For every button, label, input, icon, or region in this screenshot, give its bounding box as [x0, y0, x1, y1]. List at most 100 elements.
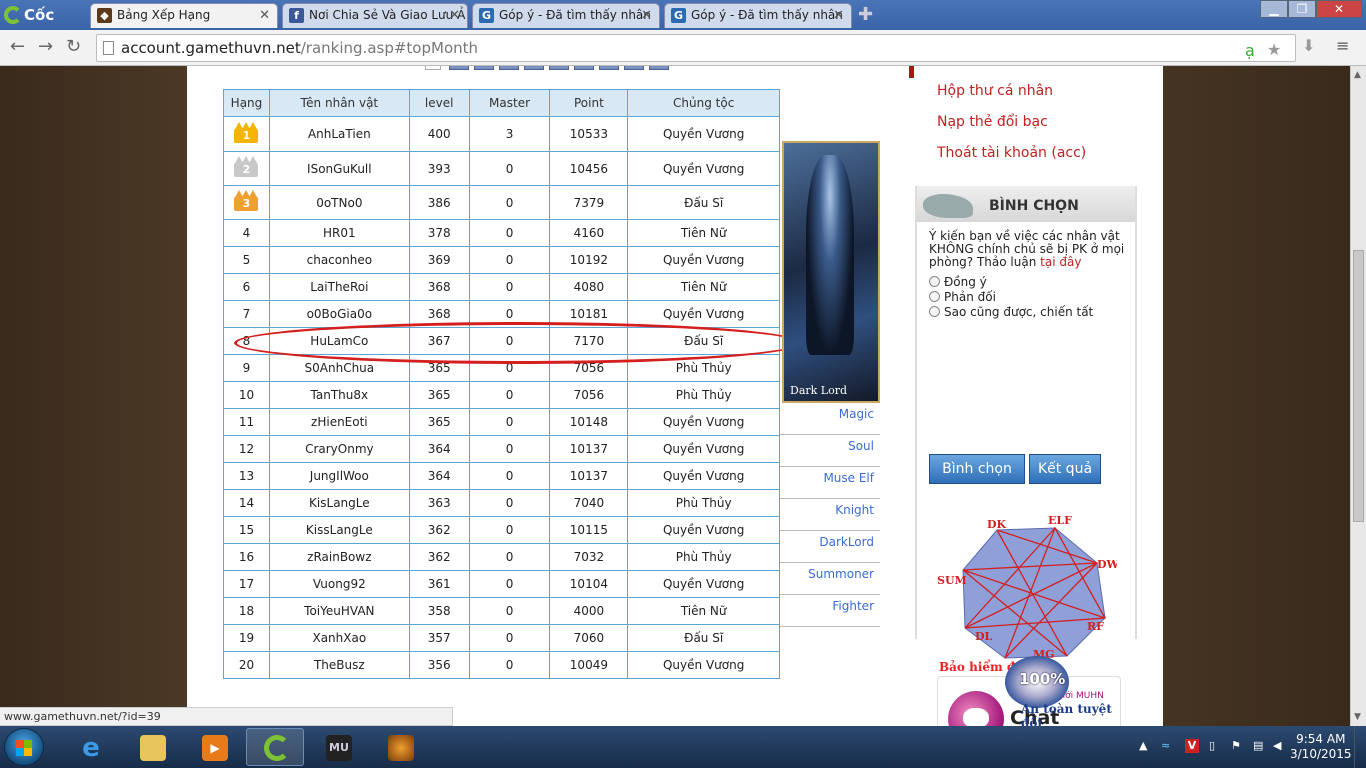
- point-cell: 10148: [549, 408, 629, 436]
- network-icon[interactable]: ▤: [1253, 739, 1267, 753]
- table-row: 14 KisLangLe 363 0 7040 Phù Thủy: [223, 489, 780, 517]
- race-cell: Quyền Vương: [627, 516, 780, 544]
- discussion-link[interactable]: tại đây: [1040, 255, 1081, 269]
- class-link[interactable]: Muse Elf: [780, 467, 880, 499]
- page-link[interactable]: [574, 66, 594, 70]
- volume-icon[interactable]: ◀: [1273, 739, 1287, 753]
- name-cell: 0oTNo0: [268, 185, 410, 220]
- network-app-icon[interactable]: ≈: [1161, 739, 1175, 753]
- poll-option-agree[interactable]: Đồng ý: [929, 275, 1135, 290]
- maximize-icon[interactable]: ❐: [1288, 0, 1316, 18]
- menu-icon[interactable]: ≡: [1336, 36, 1349, 55]
- back-icon[interactable]: ←: [10, 36, 25, 57]
- rank-cell: 1: [223, 116, 270, 152]
- ie-taskbar-button[interactable]: e: [60, 728, 118, 766]
- table-row: 4 HR01 378 0 4160 Tiên Nữ: [223, 219, 780, 247]
- tab-bang-xep-hang[interactable]: ◆ Bảng Xếp Hạng ✕: [90, 3, 278, 28]
- class-link[interactable]: Knight: [780, 499, 880, 531]
- pagination: [425, 66, 674, 70]
- point-cell: 4000: [549, 597, 629, 625]
- download-icon[interactable]: ⬇: [1302, 36, 1315, 55]
- close-tab-icon[interactable]: ✕: [833, 4, 844, 27]
- inbox-link[interactable]: Hộp thư cá nhân: [915, 76, 1137, 107]
- page-link[interactable]: [449, 66, 469, 70]
- star-icon[interactable]: ★: [1267, 37, 1281, 63]
- point-cell: 10137: [549, 435, 629, 463]
- point-cell: 7060: [549, 624, 629, 652]
- radio-icon[interactable]: [929, 306, 940, 317]
- tab-gop-y-2[interactable]: G Góp ý - Đã tìm thấy nhân ✕: [664, 3, 852, 28]
- insurance-line2: An toàn tuyệt đối: [1021, 702, 1112, 726]
- poll-option-disagree[interactable]: Phản đối: [929, 290, 1135, 305]
- page-link[interactable]: [624, 66, 644, 70]
- topup-link[interactable]: Nạp thẻ đổi bạc: [915, 107, 1137, 138]
- table-row: 20 TheBusz 356 0 10049 Quyền Vương: [223, 651, 780, 679]
- class-link[interactable]: Soul: [780, 435, 880, 467]
- insurance-banner[interactable]: Bảo hiểm đồ 100% An toàn tuyệt đối: [935, 656, 1117, 726]
- class-link[interactable]: Summoner: [780, 563, 880, 595]
- close-tab-icon[interactable]: ✕: [449, 4, 460, 27]
- master-cell: 0: [468, 246, 551, 274]
- tab-gop-y-1[interactable]: G Góp ý - Đã tìm thấy nhân ✕: [472, 3, 660, 28]
- forward-icon[interactable]: →: [38, 36, 53, 57]
- device-icon[interactable]: ▯: [1209, 739, 1223, 753]
- red-highlight-ellipse: [234, 322, 802, 364]
- class-link[interactable]: Magic: [780, 403, 880, 435]
- level-cell: 357: [408, 624, 470, 652]
- logout-link[interactable]: Thoát tài khoản (acc): [915, 138, 1137, 169]
- point-cell: 7379: [549, 185, 629, 220]
- media-taskbar-button[interactable]: ▶: [184, 728, 242, 766]
- coccoc-dictionary-icon[interactable]: ạ: [1245, 38, 1255, 64]
- scroll-up-icon[interactable]: ▲: [1354, 70, 1361, 80]
- coccoc-taskbar-button[interactable]: [246, 728, 304, 766]
- poll-option-whatever[interactable]: Sao cũng được, chiến tất: [929, 305, 1135, 320]
- race-cell: Quyền Vương: [627, 408, 780, 436]
- pagination-checkbox[interactable]: [425, 66, 441, 70]
- poll-title: BÌNH CHỌN: [989, 198, 1079, 214]
- show-desktop-button[interactable]: [1354, 726, 1366, 768]
- class-link[interactable]: DarkLord: [780, 531, 880, 563]
- radio-icon[interactable]: [929, 276, 940, 287]
- page-link[interactable]: [599, 66, 619, 70]
- vertical-scrollbar[interactable]: ▲ ▼: [1350, 66, 1366, 726]
- game-launcher-taskbar-button[interactable]: [370, 728, 428, 766]
- action-center-icon[interactable]: ⚑: [1231, 739, 1245, 753]
- minimize-icon[interactable]: ▁: [1260, 0, 1288, 18]
- page-link[interactable]: [474, 66, 494, 70]
- scrollbar-thumb[interactable]: [1353, 250, 1364, 522]
- level-cell: 358: [408, 597, 470, 625]
- reload-icon[interactable]: ↻: [66, 36, 81, 57]
- radio-icon[interactable]: [929, 291, 940, 302]
- antivirus-icon[interactable]: V: [1185, 739, 1199, 753]
- start-button[interactable]: [4, 728, 44, 766]
- mu-game-taskbar-button[interactable]: MU: [308, 728, 366, 766]
- vote-button[interactable]: Bình chọn: [929, 454, 1025, 484]
- new-tab-icon[interactable]: ✚: [858, 4, 873, 25]
- crown-icon: 3: [231, 188, 261, 214]
- page-link[interactable]: [549, 66, 569, 70]
- page-link[interactable]: [524, 66, 544, 70]
- show-hidden-icons-icon[interactable]: ▲: [1139, 739, 1153, 753]
- point-cell: 10115: [549, 516, 629, 544]
- table-row: 3 0oTNo0 386 0 7379 Đấu Sĩ: [223, 185, 780, 220]
- level-cell: 362: [408, 516, 470, 544]
- master-cell: 0: [468, 489, 551, 517]
- results-button[interactable]: Kết quả: [1029, 454, 1101, 484]
- clock[interactable]: 9:54 AM 3/10/2015: [1290, 732, 1352, 762]
- browser-tab-bar: Cốc Cốc ◆ Bảng Xếp Hạng ✕ f Nơi Chia Sẻ …: [0, 0, 1366, 48]
- ranking-table: Hạng Tên nhân vật level Master Point Chủ…: [223, 89, 780, 679]
- tab-title: Góp ý - Đã tìm thấy nhân: [499, 8, 651, 22]
- page-link[interactable]: [649, 66, 669, 70]
- folder-icon: [140, 735, 166, 761]
- close-window-icon[interactable]: ✕: [1316, 0, 1362, 18]
- master-cell: 0: [468, 408, 551, 436]
- address-bar[interactable]: account.gamethuvn.net/ranking.asp#topMon…: [96, 34, 1296, 62]
- close-tab-icon[interactable]: ✕: [259, 4, 270, 27]
- tab-facebook[interactable]: f Nơi Chia Sẻ Và Giao Lưu Ả ✕: [282, 3, 468, 28]
- page-link[interactable]: [499, 66, 519, 70]
- close-tab-icon[interactable]: ✕: [641, 4, 652, 27]
- scroll-down-icon[interactable]: ▼: [1354, 712, 1361, 722]
- browser-brand[interactable]: Cốc Cốc: [2, 3, 88, 48]
- class-link[interactable]: Fighter: [780, 595, 880, 627]
- explorer-taskbar-button[interactable]: [122, 728, 180, 766]
